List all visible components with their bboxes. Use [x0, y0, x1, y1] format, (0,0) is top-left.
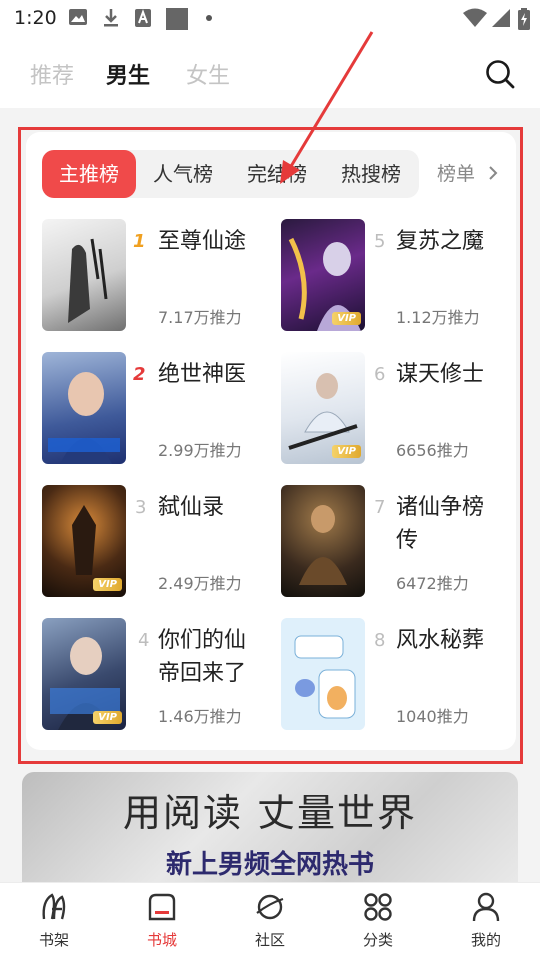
top-header: 推荐 男生 女生	[0, 36, 540, 108]
profile-icon	[472, 892, 500, 922]
font-app-icon	[135, 9, 151, 27]
banner-subheadline: 新上男频全网热书	[165, 850, 374, 880]
nav-label: 书架	[38, 931, 69, 949]
nav-label: 分类	[362, 931, 393, 949]
tab-popular[interactable]: 人气榜	[136, 150, 230, 198]
status-time: 1:20	[14, 7, 57, 29]
rank-number: 2	[133, 364, 146, 385]
book-cover[interactable]: VIP	[42, 618, 126, 730]
book-title: 至尊仙途	[158, 229, 247, 254]
book-votes: 6656推力	[396, 441, 469, 460]
book-votes: 2.49万推力	[158, 574, 242, 593]
rank-number: 5	[374, 231, 386, 252]
search-icon[interactable]	[484, 58, 516, 90]
cover-art	[68, 238, 108, 323]
rank-number: 1	[133, 231, 146, 252]
vip-badge: VIP	[332, 445, 361, 458]
signal-icon	[492, 9, 510, 27]
notification-dot	[206, 15, 212, 21]
tab-female[interactable]: 女生	[186, 58, 230, 90]
nav-label: 社区	[254, 931, 285, 949]
chevron-right-icon	[489, 166, 498, 180]
vip-badge: VIP	[93, 578, 122, 591]
nav-label: 我的	[470, 931, 501, 949]
book-cover[interactable]	[42, 219, 126, 331]
book-votes: 6472推力	[396, 574, 469, 593]
vip-badge: VIP	[93, 711, 122, 724]
rank-number: 8	[374, 630, 386, 651]
book-title: 风水秘葬	[396, 628, 485, 653]
book-votes: 2.99万推力	[158, 441, 242, 460]
nav-community[interactable]: 社区	[230, 891, 310, 950]
ranking-more-label: 榜单	[437, 163, 476, 185]
book-title: 绝世神医	[158, 362, 247, 387]
bookshelf-icon	[42, 893, 66, 920]
download-icon	[104, 9, 118, 27]
category-icon	[364, 893, 392, 921]
bookstore-icon	[148, 893, 176, 921]
book-votes: 1.12万推力	[396, 308, 480, 327]
book-title: 谋天修士	[396, 362, 485, 387]
book-title: 复苏之魔	[396, 229, 485, 254]
rank-number: 3	[135, 497, 147, 518]
nav-category[interactable]: 分类	[338, 891, 418, 950]
book-title: 弑仙录	[158, 495, 225, 520]
tab-main-recommend[interactable]: 主推榜	[42, 150, 136, 198]
cover-art	[299, 505, 347, 585]
nav-bookstore[interactable]: 书城	[122, 891, 202, 950]
book-cover[interactable]	[42, 352, 126, 464]
tab-hot-search[interactable]: 热搜榜	[324, 150, 418, 198]
book-votes: 7.17万推力	[158, 308, 242, 327]
nav-profile[interactable]: 我的	[446, 891, 526, 950]
book-cover[interactable]: VIP	[42, 485, 126, 597]
book-cover[interactable]	[281, 618, 365, 730]
cover-art	[294, 635, 356, 719]
rank-number: 4	[138, 630, 150, 651]
rank-number: 7	[374, 497, 386, 518]
status-bar: 1:20	[0, 0, 540, 36]
book-votes: 1040推力	[396, 707, 469, 726]
book-title: 诸仙争榜传	[396, 495, 485, 553]
battery-icon	[518, 8, 530, 30]
planet-icon	[256, 894, 284, 920]
tab-completed[interactable]: 完结榜	[230, 150, 324, 198]
promo-banner[interactable]: 用阅读 丈量世界 新上男频全网热书	[22, 772, 518, 884]
tab-recommend[interactable]: 推荐	[30, 58, 74, 90]
rank-number: 6	[374, 364, 386, 385]
book-votes: 1.46万推力	[158, 707, 242, 726]
book-cover[interactable]: VIP	[281, 219, 365, 331]
book-title: 你们的仙帝回来了	[158, 628, 247, 686]
book-cover[interactable]: VIP	[281, 352, 365, 464]
tab-male[interactable]: 男生	[106, 58, 150, 90]
nav-label: 书城	[146, 931, 177, 949]
book-cover[interactable]	[281, 485, 365, 597]
cover-art	[48, 372, 120, 464]
wifi-icon	[463, 8, 487, 27]
bottom-nav: 书架 书城 社区 分类 我的	[0, 882, 540, 960]
image-icon	[69, 9, 87, 25]
app-square-icon	[166, 8, 188, 30]
banner-headline: 用阅读 丈量世界	[122, 791, 418, 835]
nav-bookshelf[interactable]: 书架	[14, 891, 94, 950]
vip-badge: VIP	[332, 312, 361, 325]
ranking-more-link[interactable]: 榜单	[437, 150, 499, 198]
